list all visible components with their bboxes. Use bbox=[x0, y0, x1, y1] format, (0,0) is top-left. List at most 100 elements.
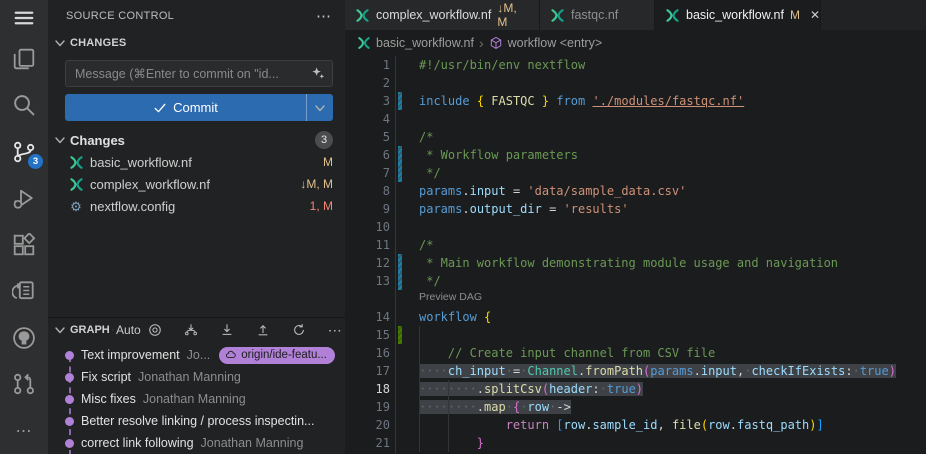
modified-change-indicator[interactable] bbox=[398, 92, 402, 110]
line-number[interactable]: 5 bbox=[345, 128, 390, 146]
code-line[interactable]: 14workflow { bbox=[345, 308, 926, 326]
code-line[interactable]: 8params.input = 'data/sample_data.csv' bbox=[345, 182, 926, 200]
code-line[interactable]: 2 bbox=[345, 74, 926, 92]
code-line[interactable]: 16 // Create input channel from CSV file bbox=[345, 344, 926, 362]
sparkle-icon[interactable] bbox=[311, 66, 326, 81]
line-number[interactable]: 10 bbox=[345, 218, 390, 236]
commit-row[interactable]: Better resolve linking / process inspect… bbox=[48, 410, 345, 432]
tab-complex-workflow[interactable]: complex_workflow.nf ↓M, M bbox=[345, 0, 540, 30]
commit-row[interactable]: Fix script Jonathan Manning bbox=[48, 366, 345, 388]
changes-count-badge: 3 bbox=[315, 131, 333, 149]
modified-change-indicator[interactable] bbox=[398, 146, 402, 164]
added-change-indicator[interactable] bbox=[398, 326, 402, 344]
code-line[interactable]: 4 bbox=[345, 110, 926, 128]
menu-icon[interactable] bbox=[0, 0, 48, 36]
changes-tree-header[interactable]: Changes 3 bbox=[48, 129, 345, 151]
line-number[interactable]: 2 bbox=[345, 74, 390, 92]
commit-row[interactable]: Misc fixes Jonathan Manning bbox=[48, 388, 345, 410]
line-number[interactable]: 7 bbox=[345, 164, 390, 182]
remote-branch-badge[interactable]: origin/ide-featu... bbox=[219, 347, 335, 364]
code-line[interactable]: 6 * Workflow parameters bbox=[345, 146, 926, 164]
line-number[interactable]: 20 bbox=[345, 416, 390, 434]
code-line[interactable]: 19········.map·{·row·-> bbox=[345, 398, 926, 416]
line-number[interactable]: 11 bbox=[345, 236, 390, 254]
breadcrumb-symbol[interactable]: workflow <entry> bbox=[508, 36, 602, 50]
code-editor[interactable]: 1#!/usr/bin/env nextflow23include { FAST… bbox=[345, 56, 926, 454]
tab-fastqc[interactable]: fastqc.nf bbox=[540, 0, 655, 30]
graph-more-icon[interactable]: ⋯ bbox=[328, 322, 342, 339]
close-icon[interactable]: ✕ bbox=[810, 7, 820, 23]
nextflow-file-icon bbox=[68, 176, 84, 192]
code-line[interactable]: 18········.splitCsv(header:·true) bbox=[345, 380, 926, 398]
pull-request-icon[interactable] bbox=[0, 361, 48, 407]
source-control-icon[interactable]: 3 bbox=[0, 129, 48, 175]
file-row-complex-workflow[interactable]: complex_workflow.nf ↓M, M bbox=[48, 173, 345, 195]
code-token bbox=[419, 418, 506, 432]
codelens-preview-dag[interactable]: Preview DAG bbox=[345, 290, 926, 308]
line-number[interactable]: 12 bbox=[345, 254, 390, 272]
line-number[interactable]: 16 bbox=[345, 344, 390, 362]
references-view-icon[interactable] bbox=[0, 268, 48, 314]
modified-change-indicator[interactable] bbox=[398, 164, 402, 182]
github-icon[interactable] bbox=[0, 315, 48, 361]
extensions-icon[interactable] bbox=[0, 222, 48, 268]
line-number[interactable]: 19 bbox=[345, 398, 390, 416]
tab-basic-workflow[interactable]: basic_workflow.nf M ✕ bbox=[655, 0, 821, 30]
refresh-icon[interactable] bbox=[292, 323, 321, 337]
commit-row[interactable]: Text improvement Jo... origin/ide-featu.… bbox=[48, 344, 345, 366]
commit-row[interactable]: correct link following Jonathan Manning bbox=[48, 432, 345, 454]
line-number[interactable]: 14 bbox=[345, 308, 390, 326]
pull-icon[interactable] bbox=[220, 323, 249, 337]
line-number[interactable]: 13 bbox=[345, 272, 390, 290]
code-line[interactable]: 15 bbox=[345, 326, 926, 344]
line-number[interactable]: 17 bbox=[345, 362, 390, 380]
explorer-icon[interactable] bbox=[0, 36, 48, 82]
chevron-down-icon bbox=[312, 100, 328, 116]
code-line[interactable]: 21 } bbox=[345, 434, 926, 452]
code-line[interactable]: 11/* bbox=[345, 236, 926, 254]
changes-section-header[interactable]: CHANGES bbox=[48, 32, 345, 54]
file-row-basic-workflow[interactable]: basic_workflow.nf M bbox=[48, 151, 345, 173]
code-line[interactable]: 12 * Main workflow demonstrating module … bbox=[345, 254, 926, 272]
line-number[interactable]: 21 bbox=[345, 434, 390, 452]
graph-section-header[interactable]: GRAPH Auto bbox=[48, 318, 345, 342]
commit-dot bbox=[65, 417, 74, 426]
commit-dropdown-button[interactable] bbox=[306, 94, 333, 121]
target-icon[interactable] bbox=[148, 323, 177, 337]
line-number[interactable]: 8 bbox=[345, 182, 390, 200]
line-number[interactable]: 1 bbox=[345, 56, 390, 74]
additional-views-icon[interactable]: ⋯ bbox=[0, 407, 48, 453]
tab-title: fastqc.nf bbox=[571, 8, 618, 22]
commit-message-input[interactable] bbox=[65, 60, 333, 87]
run-debug-icon[interactable] bbox=[0, 175, 48, 221]
push-icon[interactable] bbox=[256, 323, 285, 337]
line-number[interactable]: 6 bbox=[345, 146, 390, 164]
code-line[interactable]: 5/* bbox=[345, 128, 926, 146]
code-token: * Main workflow demonstrating module usa… bbox=[419, 256, 838, 270]
line-number[interactable]: 9 bbox=[345, 200, 390, 218]
file-row-nextflow-config[interactable]: ⚙ nextflow.config 1, M bbox=[48, 195, 345, 217]
line-number[interactable]: 3 bbox=[345, 92, 390, 110]
commit-author: Jo... bbox=[187, 348, 211, 362]
code-line[interactable]: 17····ch_input·=·Channel.fromPath(params… bbox=[345, 362, 926, 380]
modified-change-indicator[interactable] bbox=[398, 272, 402, 290]
modified-change-indicator[interactable] bbox=[398, 254, 402, 272]
code-line[interactable]: 1#!/usr/bin/env nextflow bbox=[345, 56, 926, 74]
code-line[interactable]: 20 return [row.sample_id, file(row.fastq… bbox=[345, 416, 926, 434]
code-line[interactable]: 9params.output_dir = 'results' bbox=[345, 200, 926, 218]
auto-branch-button[interactable]: Auto bbox=[112, 323, 141, 337]
code-line[interactable]: 10 bbox=[345, 218, 926, 236]
search-icon[interactable] bbox=[0, 82, 48, 128]
code-token: FASTQC bbox=[491, 94, 534, 108]
commit-button[interactable]: Commit bbox=[65, 94, 306, 121]
code-line[interactable]: 7 */ bbox=[345, 164, 926, 182]
more-actions-icon[interactable]: ⋯ bbox=[316, 7, 331, 25]
graph-section: GRAPH Auto bbox=[48, 317, 345, 454]
breadcrumb-file[interactable]: basic_workflow.nf bbox=[376, 36, 474, 50]
fetch-icon[interactable] bbox=[184, 323, 213, 337]
code-line[interactable]: 3include { FASTQC } from './modules/fast… bbox=[345, 92, 926, 110]
code-token: params bbox=[419, 184, 462, 198]
line-number[interactable]: 18 bbox=[345, 380, 390, 398]
line-number[interactable]: 15 bbox=[345, 326, 390, 344]
line-number[interactable]: 4 bbox=[345, 110, 390, 128]
